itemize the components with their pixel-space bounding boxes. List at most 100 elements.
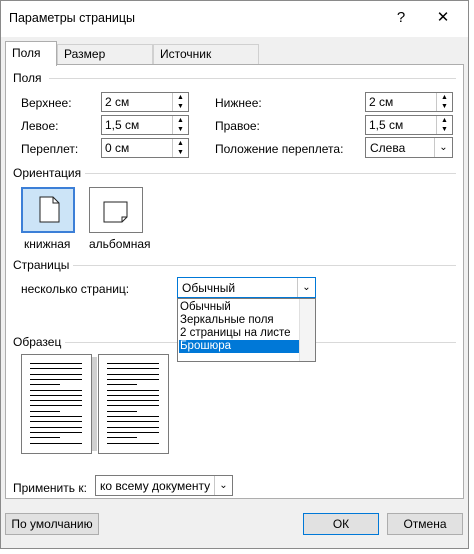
preview-text-line (30, 394, 82, 396)
help-button[interactable]: ? (391, 7, 411, 29)
chevron-down-icon[interactable]: ⌄ (434, 138, 452, 157)
window-title: Параметры страницы (9, 11, 136, 25)
preview-gutter (92, 357, 97, 451)
spin-up-icon[interactable]: ▲ (173, 93, 188, 102)
apply-to-select[interactable]: ко всему документу ⌄ (95, 475, 233, 496)
multiple-pages-select[interactable]: Обычный ⌄ (177, 277, 316, 298)
spin-down-icon[interactable]: ▼ (173, 102, 188, 111)
title-bar: Параметры страницы ? ✕ (1, 1, 468, 37)
tab-margins[interactable]: Поля (5, 41, 57, 66)
preview-page-right (98, 354, 169, 454)
spinner-arrows[interactable]: ▲ ▼ (436, 93, 452, 111)
bottom-margin-value: 2 см (369, 95, 394, 109)
close-button[interactable]: ✕ (431, 7, 455, 29)
landscape-label: альбомная (89, 237, 151, 251)
dropdown-scrollbar[interactable] (299, 299, 315, 361)
ok-button[interactable]: ОК (303, 513, 379, 535)
preview-text-line (107, 431, 159, 433)
spin-up-icon[interactable]: ▲ (173, 116, 188, 125)
spinner-arrows[interactable]: ▲ ▼ (172, 139, 188, 157)
preview-text-line (107, 405, 159, 407)
option-two-pages-per-sheet[interactable]: 2 страницы на листе (179, 327, 301, 340)
preview-page-left (21, 354, 92, 454)
spin-down-icon[interactable]: ▼ (173, 125, 188, 134)
preview-text-line (107, 416, 159, 417)
gutter-position-select[interactable]: Слева ⌄ (365, 137, 453, 158)
top-margin-value: 2 см (105, 95, 130, 109)
preview-text-line (107, 400, 159, 402)
separator (49, 78, 456, 79)
preview-text-line (30, 442, 82, 444)
preview-text-line (30, 378, 82, 380)
preview-text-line (30, 368, 82, 370)
preview-text-line (30, 416, 82, 417)
preview-text-line (107, 421, 159, 423)
left-margin-value: 1,5 см (105, 118, 140, 132)
landscape-page-icon (103, 201, 128, 223)
option-normal[interactable]: Обычный (179, 301, 301, 314)
preview-text-line (107, 442, 159, 444)
apply-to-value: ко всему документу (100, 479, 211, 493)
preview-text-line (107, 363, 159, 364)
landscape-button[interactable] (89, 187, 143, 233)
preview-text-line (30, 421, 82, 423)
preview-text-line (30, 389, 82, 391)
left-margin-spinner[interactable]: 1,5 см ▲ ▼ (101, 115, 189, 135)
page-setup-dialog: Параметры страницы ? ✕ Поля Размер бумаг… (0, 0, 469, 549)
preview-text-line (30, 426, 82, 428)
preview-text-line (30, 431, 82, 433)
preview-text-line (107, 426, 159, 428)
preview-text-line (30, 363, 82, 364)
apply-to-label: Применить к: (13, 481, 87, 495)
top-margin-spinner[interactable]: 2 см ▲ ▼ (101, 92, 189, 112)
multiple-pages-value: Обычный (182, 281, 236, 295)
portrait-page-icon (39, 196, 60, 223)
multiple-pages-label: несколько страниц: (21, 282, 130, 296)
spin-up-icon[interactable]: ▲ (437, 116, 452, 125)
gutter-value: 0 см (105, 141, 130, 155)
preview-text-line (30, 410, 60, 412)
right-margin-label: Правое: (215, 119, 260, 133)
pages-section-label: Страницы (13, 258, 74, 272)
right-margin-value: 1,5 см (369, 118, 404, 132)
preview-text-line (107, 384, 137, 386)
spinner-arrows[interactable]: ▲ ▼ (172, 116, 188, 134)
option-booklet[interactable]: Брошюра (179, 340, 301, 353)
preview-text-line (30, 437, 60, 439)
chevron-down-icon[interactable]: ⌄ (297, 278, 315, 297)
spin-down-icon[interactable]: ▼ (437, 125, 452, 134)
spin-up-icon[interactable]: ▲ (173, 139, 188, 148)
portrait-label: книжная (24, 237, 71, 251)
preview-text-line (30, 405, 82, 407)
set-as-default-button[interactable]: По умолчанию (5, 513, 99, 535)
preview-text-line (30, 373, 82, 375)
spinner-arrows[interactable]: ▲ ▼ (436, 116, 452, 134)
chevron-down-icon[interactable]: ⌄ (214, 476, 232, 495)
preview-text-line (107, 368, 159, 370)
preview-text-line (107, 378, 159, 380)
right-margin-spinner[interactable]: 1,5 см ▲ ▼ (365, 115, 453, 135)
tab-paper-source[interactable]: Источник бумаги (153, 44, 259, 79)
multiple-pages-dropdown-list: Обычный Зеркальные поля 2 страницы на ли… (177, 298, 316, 362)
top-margin-label: Верхнее: (21, 96, 72, 110)
tab-paper-size[interactable]: Размер бумаги (57, 44, 153, 79)
margins-section-label: Поля (13, 71, 46, 85)
preview-text-line (107, 373, 159, 375)
spin-down-icon[interactable]: ▼ (173, 148, 188, 157)
cancel-button[interactable]: Отмена (387, 513, 463, 535)
preview-text-line (107, 389, 159, 391)
option-mirror-margins[interactable]: Зеркальные поля (179, 314, 301, 327)
portrait-button[interactable] (21, 187, 75, 233)
spin-up-icon[interactable]: ▲ (437, 93, 452, 102)
separator (73, 265, 456, 266)
spin-down-icon[interactable]: ▼ (437, 102, 452, 111)
separator (85, 173, 456, 174)
bottom-margin-spinner[interactable]: 2 см ▲ ▼ (365, 92, 453, 112)
orientation-section-label: Ориентация (13, 166, 86, 180)
gutter-position-label: Положение переплета: (215, 142, 344, 156)
gutter-spinner[interactable]: 0 см ▲ ▼ (101, 138, 189, 158)
preview-text-line (30, 384, 60, 386)
preview-text-line (30, 400, 82, 402)
spinner-arrows[interactable]: ▲ ▼ (172, 93, 188, 111)
bottom-margin-label: Нижнее: (215, 96, 262, 110)
